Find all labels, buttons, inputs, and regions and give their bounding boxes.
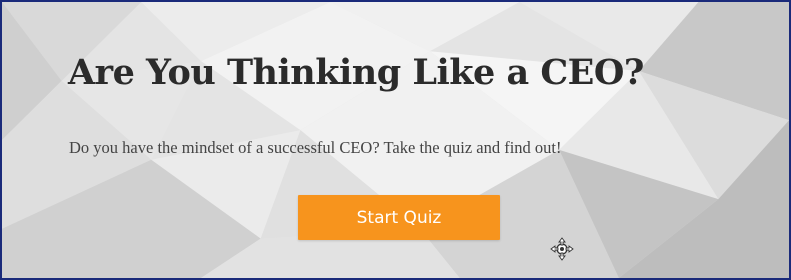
move-cursor-icon	[550, 237, 574, 261]
page-title: Are You Thinking Like a CEO?	[68, 52, 644, 93]
hero-section: Are You Thinking Like a CEO? Do you have…	[0, 0, 791, 280]
start-quiz-button[interactable]: Start Quiz	[298, 195, 500, 240]
hero-subtitle: Do you have the mindset of a successful …	[69, 138, 562, 157]
